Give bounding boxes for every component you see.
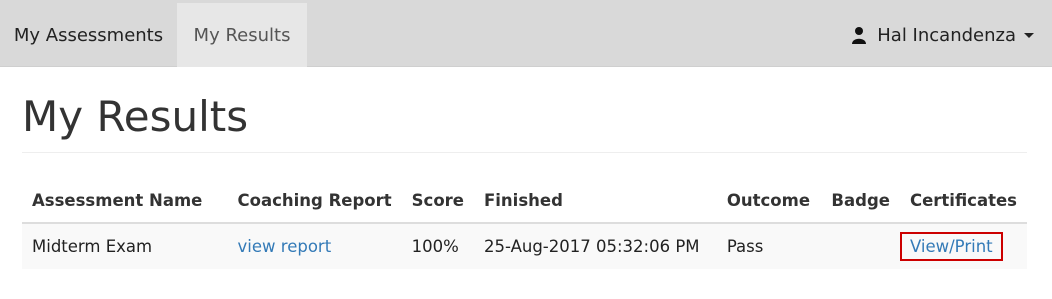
tab-my-results[interactable]: My Results: [177, 3, 307, 67]
cell-score: 100%: [401, 223, 474, 269]
title-divider: [22, 152, 1027, 153]
top-navbar: My Assessments My Results Hal Incandenza: [0, 0, 1052, 67]
cell-coaching-report: view report: [227, 223, 402, 269]
column-header-outcome: Outcome: [716, 178, 822, 224]
view-print-certificate-link[interactable]: View/Print: [899, 232, 1003, 261]
column-header-finished: Finished: [474, 178, 717, 224]
tab-label: My Results: [193, 24, 291, 46]
table-row: Midterm Exam view report 100% 25-Aug-201…: [22, 223, 1027, 269]
tab-my-assessments[interactable]: My Assessments: [0, 3, 177, 67]
cell-outcome: Pass: [716, 223, 822, 269]
column-header-coaching-report: Coaching Report: [227, 178, 402, 224]
cell-assessment-name: Midterm Exam: [22, 223, 228, 269]
tab-label: My Assessments: [13, 24, 164, 46]
caret-down-icon: [1024, 32, 1034, 38]
cell-finished: 25-Aug-2017 05:32:06 PM: [474, 223, 717, 269]
page-title: My Results: [22, 92, 249, 141]
user-menu[interactable]: Hal Incandenza: [851, 3, 1034, 67]
column-header-badge: Badge: [821, 178, 900, 224]
user-icon: [852, 27, 867, 44]
column-header-score: Score: [401, 178, 474, 224]
results-table: Assessment Name Coaching Report Score Fi…: [22, 178, 1027, 269]
view-report-link[interactable]: view report: [238, 237, 332, 256]
user-name: Hal Incandenza: [877, 24, 1016, 46]
table-header-row: Assessment Name Coaching Report Score Fi…: [22, 178, 1027, 224]
column-header-assessment-name: Assessment Name: [22, 178, 228, 224]
column-header-certificates: Certificates: [899, 178, 1027, 224]
cell-badge: [821, 223, 900, 269]
cell-certificates: View/Print: [899, 223, 1027, 269]
